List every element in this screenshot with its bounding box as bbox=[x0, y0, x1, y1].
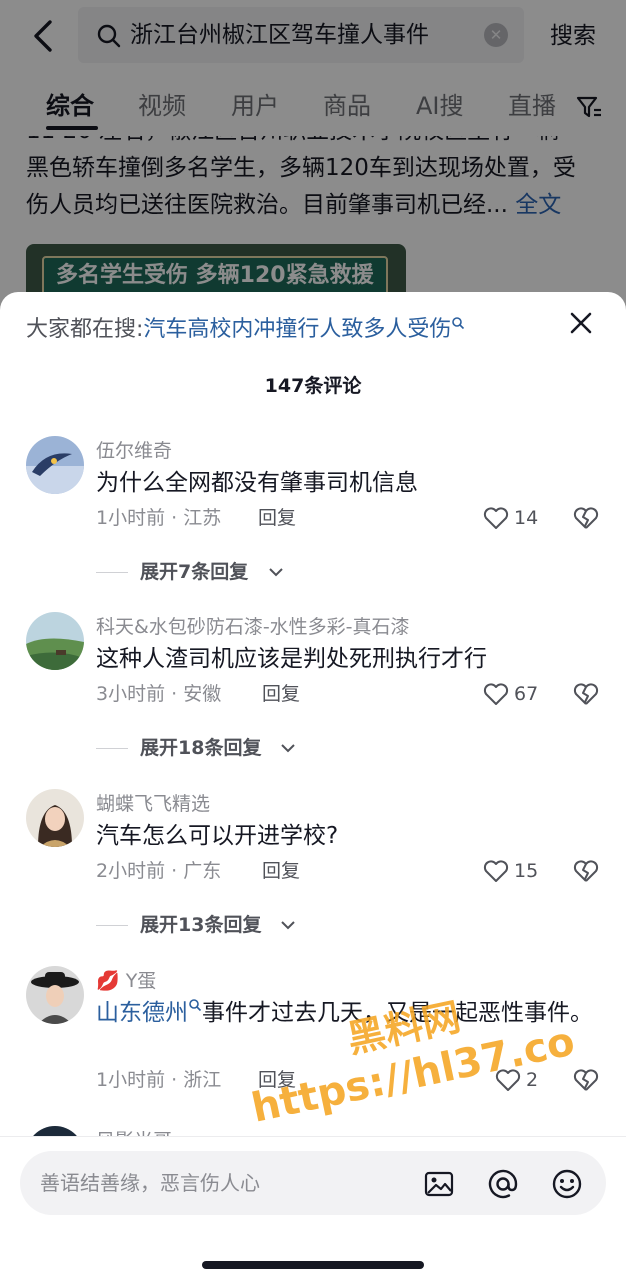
comment-meta: 1小时前 · 江苏 bbox=[96, 507, 222, 529]
close-icon[interactable] bbox=[566, 308, 596, 338]
comment-meta: 1小时前 · 浙江 bbox=[96, 1069, 222, 1091]
like-button[interactable]: 14 bbox=[482, 504, 572, 532]
comment-meta: 3小时前 · 安徽 bbox=[96, 683, 222, 705]
broken-heart-icon[interactable] bbox=[572, 857, 600, 885]
chevron-down-icon bbox=[281, 921, 295, 930]
divider bbox=[96, 925, 128, 926]
emoji-icon[interactable] bbox=[550, 1167, 584, 1201]
image-icon[interactable] bbox=[422, 1167, 456, 1201]
like-button[interactable]: 15 bbox=[482, 857, 572, 885]
search-icon bbox=[452, 317, 465, 330]
comment-text: 为什么全网都没有肇事司机信息 bbox=[96, 470, 418, 496]
broken-heart-icon[interactable] bbox=[572, 680, 600, 708]
chevron-down-icon bbox=[281, 744, 295, 753]
heart-icon bbox=[483, 860, 509, 882]
broken-heart-icon[interactable] bbox=[572, 504, 600, 532]
comment-author[interactable]: 蝴蝶飞飞精选 bbox=[96, 791, 210, 817]
comment-author[interactable]: 科天&水包砂防石漆-水性多彩-真石漆 bbox=[96, 614, 410, 640]
comment-count: 147条评论 bbox=[264, 375, 362, 397]
expand-replies-label: 展开18条回复 bbox=[140, 737, 262, 759]
comment-input-bar bbox=[0, 1136, 626, 1280]
search-icon bbox=[189, 999, 202, 1012]
home-indicator bbox=[202, 1261, 424, 1269]
expand-replies[interactable]: 展开7条回复 bbox=[96, 558, 396, 586]
comment-text: 山东德州 事件才过去几天，又是一起恶性事件。 bbox=[96, 999, 593, 1026]
reply-button[interactable]: 回复 bbox=[262, 680, 300, 708]
heart-icon bbox=[495, 1069, 521, 1091]
mention-tag[interactable]: 山东德州 bbox=[96, 1000, 188, 1026]
like-count: 2 bbox=[526, 1069, 539, 1091]
trending-search[interactable]: 大家都在搜:汽车高校内冲撞行人致多人受伤 bbox=[26, 314, 465, 346]
broken-heart-icon[interactable] bbox=[572, 1066, 600, 1094]
avatar[interactable] bbox=[26, 789, 84, 847]
trending-label: 大家都在搜: bbox=[26, 317, 144, 342]
expand-replies[interactable]: 展开13条回复 bbox=[96, 911, 396, 939]
reply-button[interactable]: 回复 bbox=[262, 857, 300, 885]
avatar[interactable] bbox=[26, 966, 84, 1024]
heart-icon bbox=[483, 683, 509, 705]
like-button[interactable]: 67 bbox=[482, 680, 572, 708]
expand-replies[interactable]: 展开18条回复 bbox=[96, 734, 396, 762]
divider bbox=[96, 748, 128, 749]
mention-icon[interactable] bbox=[486, 1167, 520, 1201]
comment-input[interactable] bbox=[40, 1163, 400, 1203]
divider bbox=[96, 572, 128, 573]
search-results-page: 浙江台州椒江区驾车撞人事件 ✕ 搜索 综合 视频 用户 商品 AI搜 直播 11… bbox=[0, 0, 626, 320]
like-count: 67 bbox=[514, 683, 539, 705]
like-count: 15 bbox=[514, 860, 539, 882]
avatar[interactable] bbox=[26, 436, 84, 494]
like-count: 14 bbox=[514, 507, 539, 529]
reply-button[interactable]: 回复 bbox=[258, 1066, 296, 1094]
comment-sheet: 大家都在搜:汽车高校内冲撞行人致多人受伤 147条评论 伍尔维奇 为什么全网都没… bbox=[0, 292, 626, 1280]
expand-replies-label: 展开7条回复 bbox=[140, 561, 249, 583]
avatar[interactable] bbox=[26, 612, 84, 670]
reply-button[interactable]: 回复 bbox=[258, 504, 296, 532]
like-button[interactable]: 2 bbox=[494, 1066, 584, 1094]
dim-overlay[interactable] bbox=[0, 0, 626, 320]
heart-icon bbox=[483, 507, 509, 529]
comment-text: 汽车怎么可以开进学校? bbox=[96, 823, 339, 849]
comment-author[interactable]: 伍尔维奇 bbox=[96, 438, 172, 464]
comment-input-container bbox=[20, 1151, 606, 1215]
comment-text: 这种人渣司机应该是判处死刑执行才行 bbox=[96, 646, 487, 672]
trending-keyword[interactable]: 汽车高校内冲撞行人致多人受伤 bbox=[143, 317, 451, 342]
chevron-down-icon bbox=[269, 568, 283, 577]
expand-replies-label: 展开13条回复 bbox=[140, 914, 262, 936]
comment-author[interactable]: 💋 Y蛋 bbox=[96, 968, 156, 994]
comment-meta: 2小时前 · 广东 bbox=[96, 860, 222, 882]
